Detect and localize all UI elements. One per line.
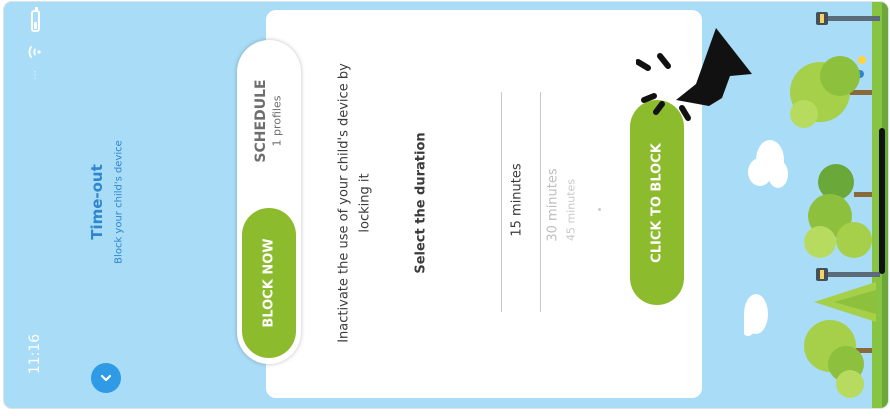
tree-icon bbox=[790, 56, 872, 128]
page-title: Time-out bbox=[88, 164, 106, 240]
tab-schedule-count: 1 profiles bbox=[270, 95, 284, 147]
more-options-dot bbox=[598, 208, 601, 211]
tab-schedule-label: SCHEDULE bbox=[253, 79, 269, 163]
tab-schedule[interactable]: SCHEDULE 1 profiles bbox=[242, 46, 296, 200]
tree-icon bbox=[804, 164, 872, 258]
cloud-icon bbox=[748, 140, 788, 188]
status-time: 11:16 bbox=[27, 333, 43, 375]
wifi-icon bbox=[28, 46, 41, 58]
more-dots-icon: ⋮ bbox=[30, 70, 41, 81]
duration-option[interactable]: 30 minutes bbox=[546, 168, 561, 241]
description-line-1: Inactivate the use of your child's devic… bbox=[336, 63, 352, 343]
tree-icon bbox=[814, 282, 876, 322]
app-screen: ⋮ 11:16 Time-out Block your child's devi… bbox=[4, 2, 888, 408]
page-subtitle: Block your child's device bbox=[113, 140, 125, 264]
lamp-post-icon bbox=[816, 12, 880, 25]
park-illustration bbox=[744, 2, 888, 408]
chevron-down-icon bbox=[100, 374, 112, 382]
tab-block-now[interactable]: BLOCK NOW bbox=[242, 208, 296, 358]
duration-option-selected[interactable]: 15 minutes bbox=[510, 163, 525, 236]
pointer-arrow-icon bbox=[636, 28, 752, 121]
phone-frame: ⋮ 11:16 Time-out Block your child's devi… bbox=[0, 0, 890, 416]
battery-icon bbox=[31, 7, 40, 32]
click-to-block-button[interactable]: CLICK TO BLOCK bbox=[630, 100, 684, 305]
tree-icon bbox=[804, 320, 872, 398]
description-line-2: locking it bbox=[357, 173, 373, 233]
click-to-block-label: CLICK TO BLOCK bbox=[649, 143, 665, 263]
duration-title: Select the duration bbox=[413, 132, 429, 274]
lamp-post-icon bbox=[816, 268, 880, 281]
duration-option[interactable]: 45 minutes bbox=[565, 179, 578, 241]
cloud-icon bbox=[744, 294, 768, 336]
tab-block-now-label: BLOCK NOW bbox=[261, 238, 277, 328]
collapse-button[interactable] bbox=[91, 363, 121, 393]
scroll-bar[interactable] bbox=[879, 128, 885, 274]
